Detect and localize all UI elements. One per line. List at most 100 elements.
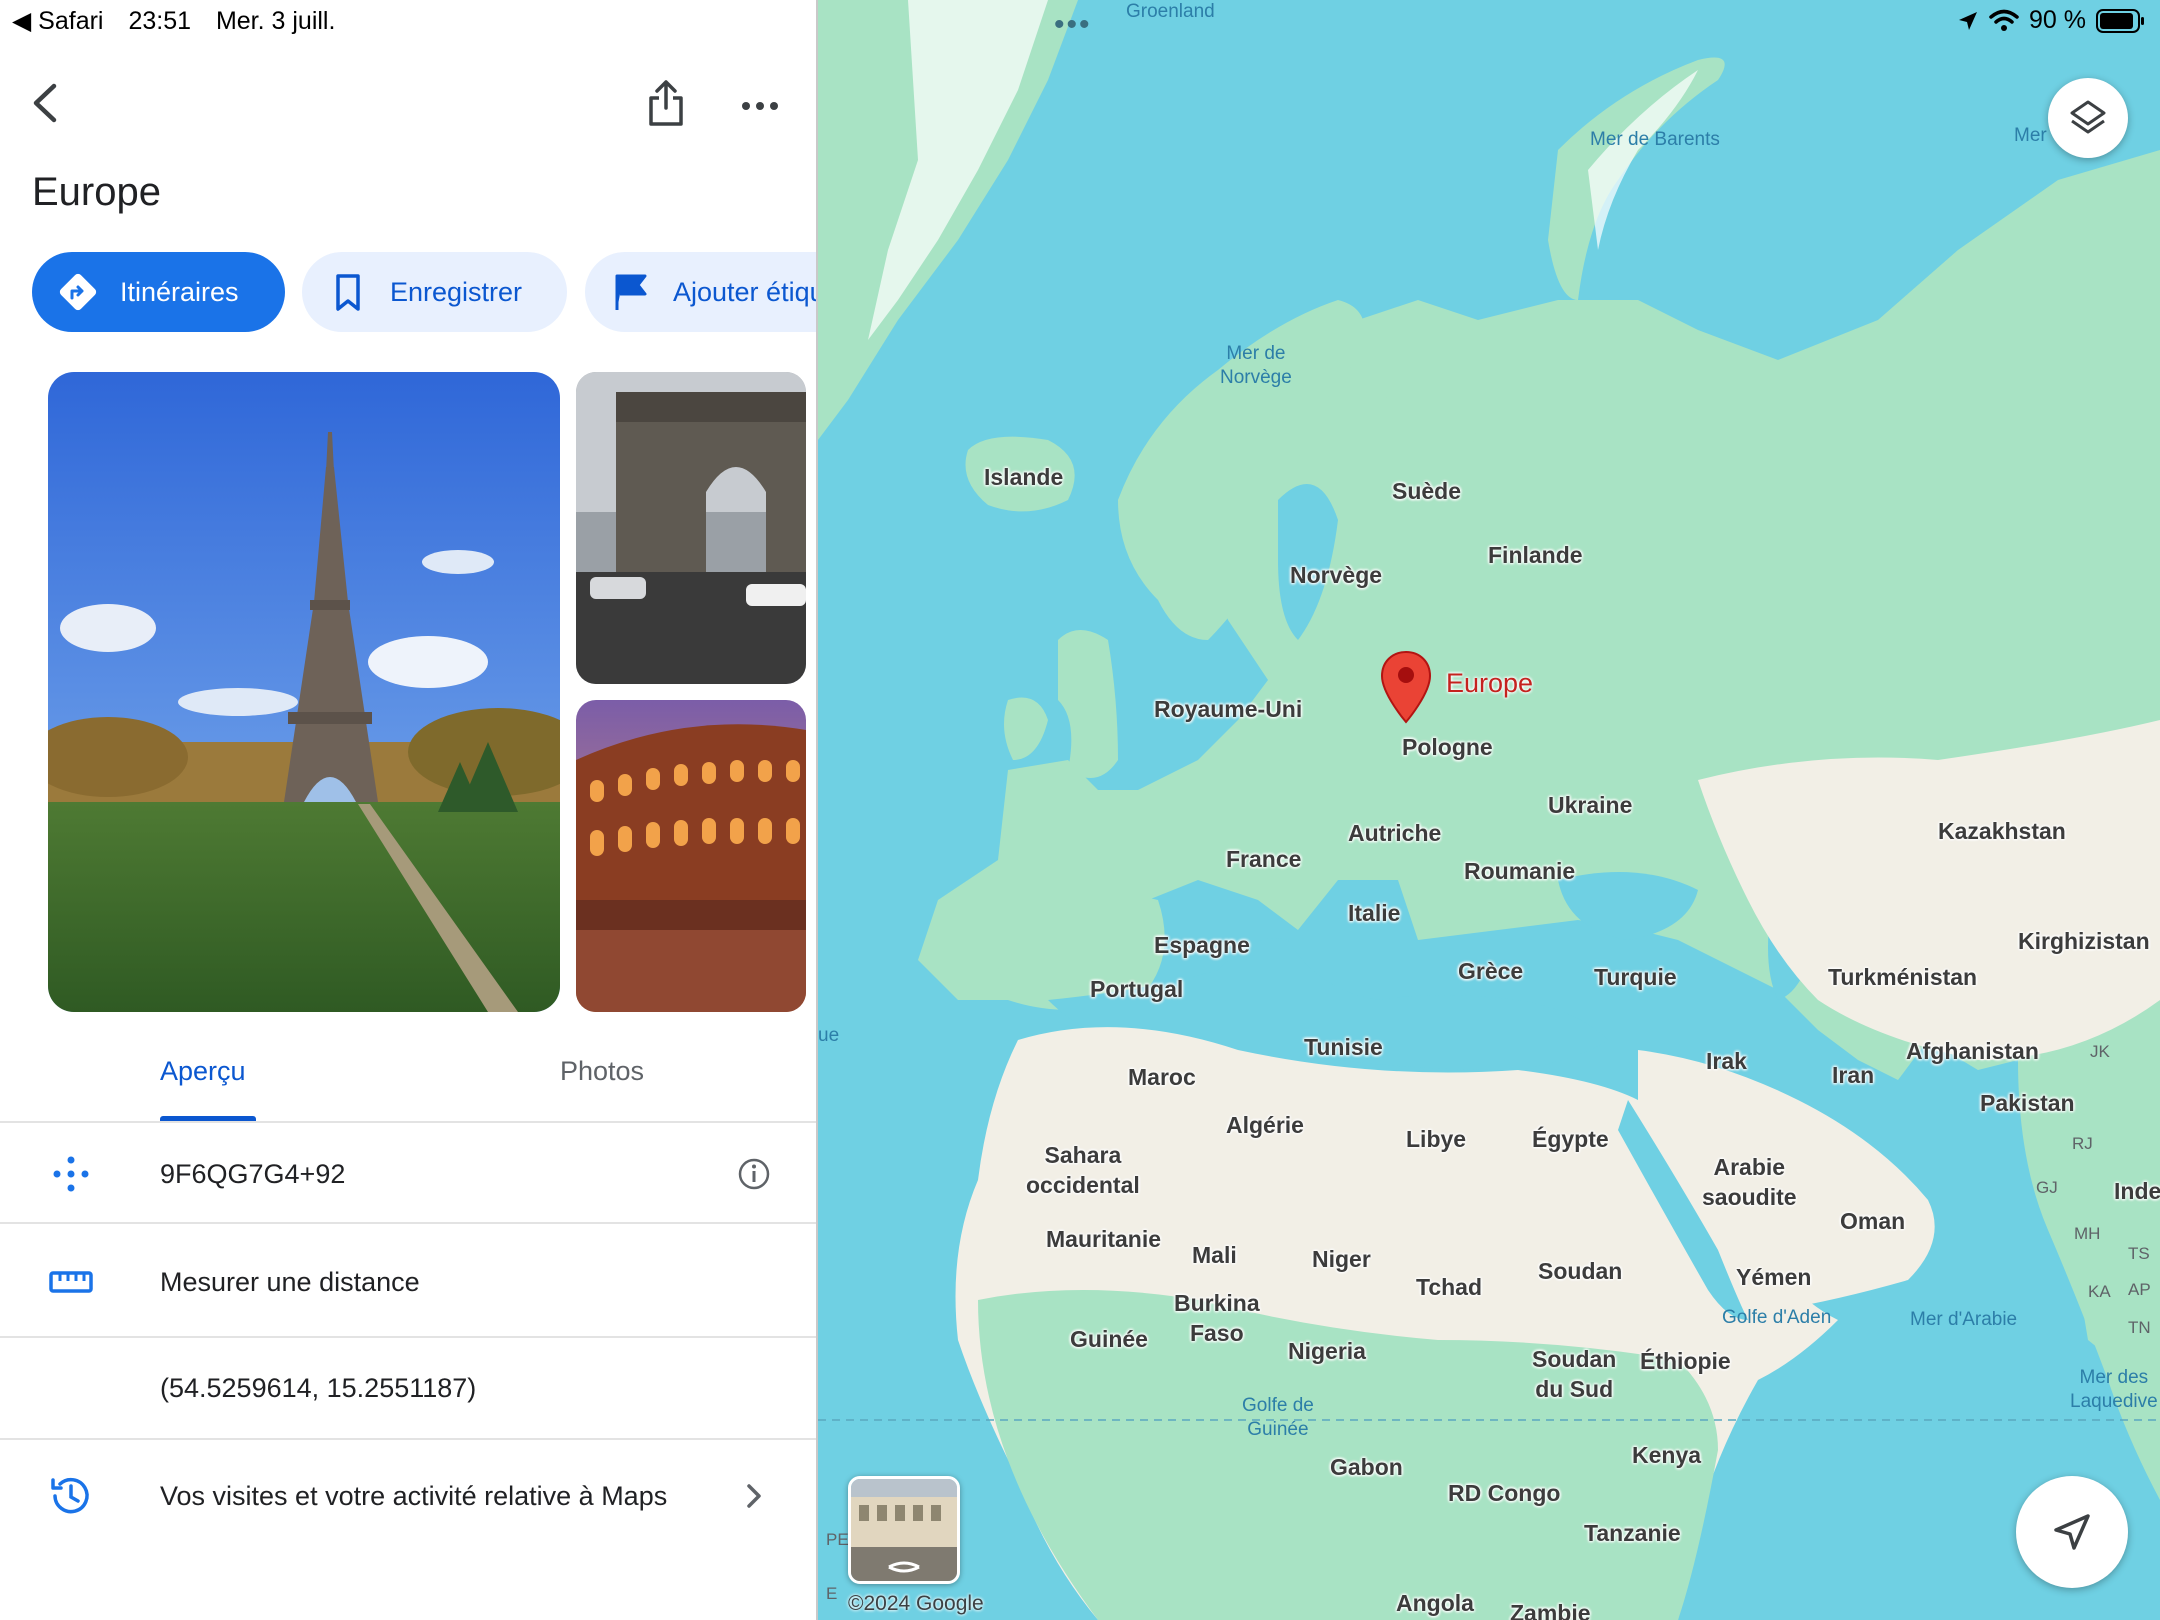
country-label: Burkina Faso [1174, 1290, 1260, 1346]
water-label: Golfe d'Aden [1722, 1307, 1832, 1328]
water-label: Mer [2014, 125, 2047, 146]
country-label: Arabie saoudite [1702, 1154, 1797, 1210]
measure-distance-label: Mesurer une distance [160, 1266, 420, 1297]
water-label: Groenland [1126, 1, 1215, 22]
place-panel: ◀ Safari 23:51 Mer. 3 juill. Europe Itin… [0, 0, 816, 1620]
country-label: Finlande [1488, 542, 1583, 568]
country-label: Angola [1396, 1590, 1474, 1616]
country-label: Roumanie [1464, 858, 1576, 884]
country-label: Oman [1840, 1208, 1906, 1234]
country-label: Suède [1392, 478, 1462, 504]
country-label: Espagne [1154, 932, 1250, 958]
country-label: Turkménistan [1828, 964, 1978, 990]
directions-button[interactable]: Itinéraires [32, 252, 285, 332]
history-icon [46, 1471, 96, 1521]
add-label-text: Ajouter étiquette [673, 276, 816, 307]
country-label: Turquie [1594, 964, 1677, 990]
multitasking-dots-icon[interactable]: ••• [1054, 8, 1092, 42]
navigation-arrow-icon [2054, 1514, 2090, 1550]
tab-overview[interactable]: Aperçu [160, 1056, 246, 1087]
plus-code-icon [46, 1149, 96, 1199]
region-code: TS [2128, 1244, 2150, 1263]
country-label: Norvège [1290, 562, 1383, 588]
status-date: Mer. 3 juill. [215, 7, 336, 35]
country-label: France [1226, 846, 1302, 872]
bookmark-icon [328, 272, 368, 312]
country-label: Tunisie [1304, 1034, 1383, 1060]
country-label: RD Congo [1448, 1480, 1561, 1506]
water-label: Mer de Barents [1590, 129, 1720, 150]
country-label: Égypte [1532, 1126, 1609, 1152]
back-button[interactable] [26, 78, 66, 128]
status-time: 23:51 [128, 7, 191, 35]
country-label: Portugal [1090, 976, 1184, 1002]
status-bar-right: 90 % [1957, 6, 2146, 35]
info-icon[interactable] [734, 1154, 774, 1194]
country-label: Libye [1406, 1126, 1467, 1152]
battery-percent: 90 % [2029, 6, 2086, 34]
tab-photos[interactable]: Photos [560, 1056, 644, 1087]
country-label: Algérie [1226, 1112, 1304, 1138]
arc-de-triomphe-photo[interactable] [576, 372, 806, 684]
water-label: ue [818, 1025, 840, 1046]
place-title: Europe [32, 170, 161, 214]
country-label: Nigeria [1288, 1338, 1366, 1364]
country-label: Maroc [1128, 1064, 1196, 1090]
maps-activity-row[interactable]: Vos visites et votre activité relative à… [0, 1446, 816, 1546]
country-label: Tchad [1416, 1274, 1483, 1300]
coordinates-text: (54.5259614, 15.2551187) [160, 1372, 477, 1403]
more-horizontal-icon [742, 102, 778, 110]
country-label: Kazakhstan [1938, 818, 2066, 844]
country-label: Autriche [1348, 820, 1442, 846]
country-label: Guinée [1070, 1326, 1148, 1352]
water-label: Mer d'Arabie [1910, 1309, 2018, 1330]
back-to-app-link[interactable]: ◀ Safari [12, 7, 103, 35]
status-bar-left: ◀ Safari 23:51 Mer. 3 juill. [12, 6, 353, 36]
add-label-button[interactable]: Ajouter étiquette [585, 252, 816, 332]
country-label: Irak [1706, 1048, 1747, 1074]
colosseum-photo[interactable] [576, 700, 806, 1012]
country-label: Tanzanie [1584, 1520, 1681, 1546]
measure-distance-row[interactable]: Mesurer une distance [0, 1232, 816, 1332]
region-code: TN [2128, 1318, 2151, 1337]
region-code: E [826, 1584, 838, 1603]
divider [0, 1121, 816, 1123]
coordinates-row[interactable]: (54.5259614, 15.2551187) [0, 1338, 816, 1438]
maps-activity-label: Vos visites et votre activité relative à… [160, 1480, 668, 1511]
country-label: Pologne [1402, 734, 1493, 760]
pin-label[interactable]: Europe [1446, 668, 1533, 699]
country-label: Islande [984, 464, 1064, 490]
map-land [818, 0, 2160, 1620]
country-label: Sahara occidental [1026, 1142, 1140, 1198]
map-view[interactable]: Groenland Mer de Barents Mer Mer de Norv… [818, 0, 2160, 1620]
save-button[interactable]: Enregistrer [302, 252, 567, 332]
divider [0, 1222, 816, 1224]
plus-code-row[interactable]: 9F6QG7G4+92 [0, 1124, 816, 1224]
chevron-right-icon [734, 1476, 774, 1516]
country-label: Yémen [1736, 1264, 1812, 1290]
map-pin-icon[interactable] [1380, 650, 1432, 724]
region-code: JK [2090, 1042, 2110, 1061]
country-label: Kirghizistan [2018, 928, 2150, 954]
share-button[interactable] [646, 78, 686, 128]
flag-icon [611, 272, 651, 312]
country-label: Iran [1832, 1062, 1875, 1088]
country-label: Soudan du Sud [1532, 1346, 1617, 1402]
country-label: Pakistan [1980, 1090, 2075, 1116]
map-layers-button[interactable] [2048, 78, 2128, 158]
country-label: Kenya [1632, 1442, 1702, 1468]
country-label: Niger [1312, 1246, 1371, 1272]
more-options-button[interactable] [740, 86, 780, 126]
ruler-icon [46, 1257, 96, 1307]
map-copyright: ©2024 Google [848, 1592, 984, 1615]
country-label: Grèce [1458, 958, 1524, 984]
street-view-thumbnail[interactable] [848, 1476, 960, 1584]
share-icon [649, 80, 683, 126]
layers-icon [2070, 100, 2106, 134]
country-label: Zambie [1510, 1600, 1591, 1620]
country-label: Mali [1192, 1242, 1237, 1268]
eiffel-tower-photo[interactable] [48, 372, 560, 1012]
my-location-button[interactable] [2016, 1476, 2128, 1588]
region-code: PE [826, 1530, 849, 1549]
country-label: Mauritanie [1046, 1226, 1162, 1252]
